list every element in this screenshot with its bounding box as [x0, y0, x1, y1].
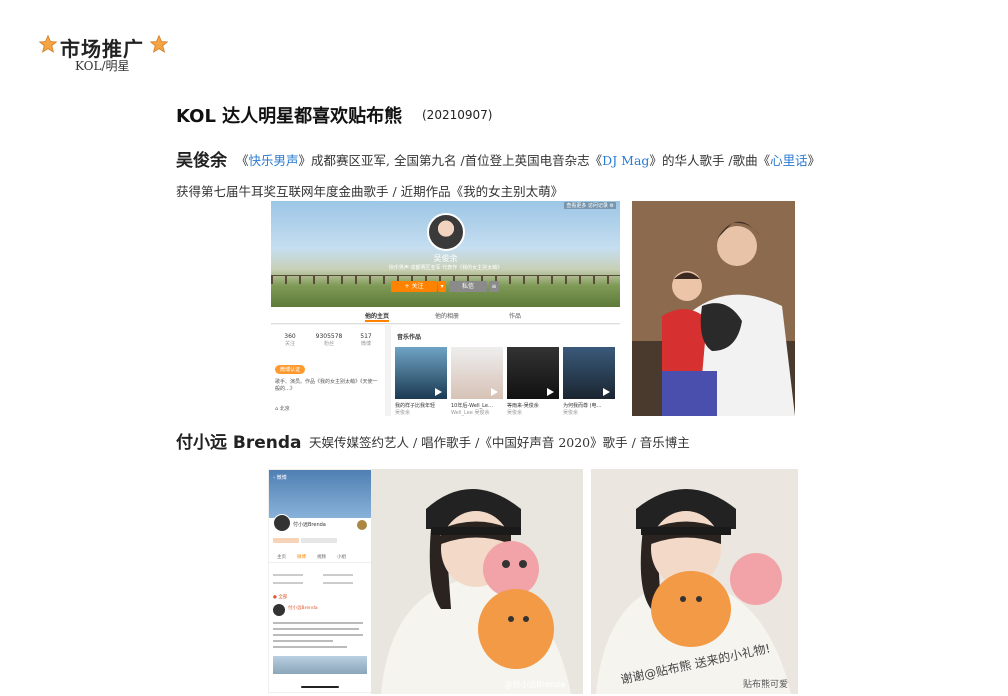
album-artist: Well_Lee 吴俊余 [451, 410, 490, 416]
album-title: 等雨来-吴俊余 [507, 403, 539, 409]
tab-photos[interactable]: 他的相册 [435, 311, 459, 320]
photo-singer-with-bear-1: @付小远Brenda [371, 469, 583, 694]
text-fragment: 》的华人歌手 /歌曲《 [649, 153, 771, 168]
banner-top-links: 查看更多 访问记录 ⚙ [564, 202, 616, 209]
follow-dropdown-button[interactable]: ▾ [438, 281, 446, 292]
follow-button[interactable]: + 关注 [391, 281, 437, 292]
tab-weibo[interactable]: 微博 [297, 554, 306, 560]
section-date: (20210907) [422, 108, 493, 122]
content-line [273, 574, 303, 576]
content-line [273, 582, 303, 584]
tab-home[interactable]: 主页 [277, 554, 286, 560]
album-artist: 吴俊余 [563, 410, 579, 416]
tab-group[interactable]: 小组 [337, 554, 346, 560]
weibo-profile-screenshot: 查看更多 访问记录 ⚙ 吴俊余 快乐男声·成都赛区亚军 代表作《我的女主别太萌》… [271, 201, 620, 416]
stat-label: 微博 [360, 341, 371, 347]
content-line [273, 628, 359, 630]
stat-posts: 517 微博 [351, 333, 381, 347]
star-icon [38, 34, 58, 53]
text-fragment: 》成都赛区亚军, 全国第九名 /首位登上英国电音杂志《 [298, 153, 603, 168]
phone-weibo-screenshot: ‹ 微博 付小远Brenda 主页 微博 视频 小组 ● 全部 付小远Brend… [268, 469, 372, 693]
person2-description: 天娱传媒签约艺人 / 唱作歌手 /《中国好声音 2020》歌手 / 音乐博主 [309, 435, 690, 450]
person1-name: 吴俊余 [176, 151, 227, 171]
stat-following: 360 关注 [275, 333, 305, 347]
music-works-panel: 音乐作品 我的样子比我年轻 10年后-Well_Le… 等雨来-吴俊余 为何我而… [391, 325, 620, 416]
stat-label: 粉丝 [323, 341, 334, 347]
profile-username: 吴俊余 [433, 254, 458, 263]
section-title: KOL 达人明星都喜欢贴布熊 [176, 106, 403, 127]
section-label: ● 全部 [273, 595, 288, 600]
person1-description-line1: 《快乐男声》成都赛区亚军, 全国第九名 /首位登上英国电音杂志《DJ Mag》的… [236, 150, 820, 169]
link-xinlihua[interactable]: 心里话 [770, 153, 808, 168]
play-icon[interactable] [489, 387, 499, 397]
tab-works[interactable]: 作品 [509, 311, 521, 320]
watermark: @付小远Brenda [504, 680, 565, 689]
link-dj-mag[interactable]: DJ Mag [602, 153, 649, 168]
profile-intro: 歌手、演员。作品《我的女主别太萌》《天使一般的…》 [275, 379, 378, 392]
stat-number: 517 [360, 333, 372, 340]
stat-number: 360 [284, 333, 296, 340]
text-fragment: 《 [236, 153, 249, 168]
phone-back-link[interactable]: ‹ 微博 [273, 474, 287, 481]
album-title: 我的样子比我年轻 [395, 403, 436, 409]
link-kuaile-nansheng[interactable]: 快乐男声 [249, 153, 299, 168]
play-icon[interactable] [545, 387, 555, 397]
profile-location: ⌂ 北京 [275, 405, 290, 412]
post-image[interactable] [273, 656, 367, 674]
album-artist: 吴俊余 [507, 410, 523, 416]
star-icon [149, 34, 169, 53]
avatar [427, 213, 465, 251]
album-artist: 吴俊余 [395, 410, 411, 416]
profile-bio: 快乐男声·成都赛区亚军 代表作《我的女主别太萌》 [388, 265, 503, 271]
content-line [273, 622, 363, 624]
phone-profile-name: 付小远Brenda [293, 522, 326, 528]
home-indicator [301, 686, 339, 688]
page-subtitle: KOL/明星 [75, 59, 130, 73]
album-title: 10年后-Well_Le… [451, 403, 493, 409]
photo-singer-with-bear-2: 谢谢@贴布熊 送来的小礼物! 贴布熊可爱 [591, 469, 798, 694]
tag-badge [273, 538, 299, 543]
photo-illustration [371, 469, 583, 694]
content-line [273, 640, 333, 642]
location-text: 北京 [279, 406, 290, 412]
stat-label: 关注 [284, 341, 295, 347]
phone-tabs: 主页 微博 视频 小组 [269, 554, 371, 563]
person2-name: 付小远 Brenda [176, 433, 302, 453]
play-icon[interactable] [601, 387, 611, 397]
content-line [323, 574, 353, 576]
stamp-text: 贴布熊可爱 [742, 680, 788, 690]
tab-home[interactable]: 他的主页 [365, 311, 390, 322]
avatar [273, 604, 285, 616]
content-line [273, 646, 347, 648]
more-menu-button[interactable]: ≡ [489, 281, 499, 292]
verified-badge: 微博认证 [275, 365, 306, 374]
stat-followers: 9305578 粉丝 [311, 333, 347, 347]
music-section-title: 音乐作品 [397, 334, 422, 341]
post-author: 付小远Brenda [288, 606, 318, 611]
message-button[interactable]: 私信 [449, 281, 487, 292]
profile-info-panel: 360 关注 9305578 粉丝 517 微博 微博认证 歌手、演员。作品《我… [271, 325, 385, 416]
stat-number: 9305578 [315, 333, 343, 340]
avatar [273, 514, 291, 532]
text-fragment: 》 [807, 153, 821, 168]
person1-description-line2: 获得第七届牛耳奖互联网年度金曲歌手 / 近期作品《我的女主别太萌》 [176, 184, 564, 199]
play-icon[interactable] [433, 387, 443, 397]
content-line [273, 634, 363, 636]
profile-tabs: 他的主页 他的相册 作品 [271, 307, 620, 324]
tag-badge [301, 538, 337, 543]
content-line [323, 582, 353, 584]
photo-illustration [632, 201, 795, 416]
tab-video[interactable]: 视频 [317, 554, 326, 560]
album-title: 为何我而尊 (电… [563, 403, 602, 409]
avatar [357, 520, 367, 530]
photo-singer-with-child [632, 201, 795, 416]
